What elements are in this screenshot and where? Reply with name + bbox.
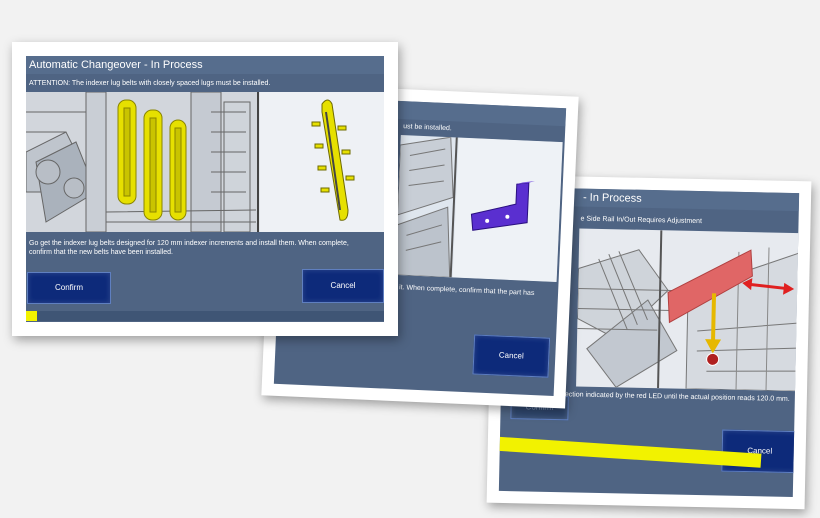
bracket-part — [470, 180, 535, 231]
instruction-line-2: confirm that the new belts have been ins… — [29, 249, 173, 256]
attention-message: ust be installed. — [403, 123, 452, 133]
cancel-label: Cancel — [330, 281, 356, 290]
confirm-label: Confirm — [54, 283, 83, 292]
front-screen: Automatic Changeover - In Process ATTENT… — [26, 56, 384, 322]
front-screen-window: Automatic Changeover - In Process ATTENT… — [12, 42, 398, 336]
progress-bar — [26, 311, 37, 321]
lug-belt-illustration — [26, 92, 384, 232]
progress-track — [26, 311, 384, 321]
confirm-button[interactable]: Confirm — [27, 272, 111, 304]
red-led — [706, 352, 720, 366]
attention-message: ATTENTION: The indexer lug belts with cl… — [29, 80, 271, 87]
instruction-line-1: Go get the indexer lug belts designed fo… — [29, 240, 349, 247]
page-title: Automatic Changeover - In Process — [26, 56, 384, 74]
attention-message: e Side Rail In/Out Requires Adjustment — [580, 215, 703, 226]
side-rail-illustration — [576, 228, 800, 392]
instruction-text: ection indicated by the red LED until th… — [564, 391, 790, 403]
cancel-button[interactable]: Cancel — [302, 269, 384, 303]
machine-illustration — [394, 135, 563, 282]
cancel-button[interactable]: Cancel — [472, 334, 551, 378]
instruction-text: all it. When complete, confirm that the … — [390, 283, 535, 298]
cancel-label: Cancel — [498, 350, 524, 361]
